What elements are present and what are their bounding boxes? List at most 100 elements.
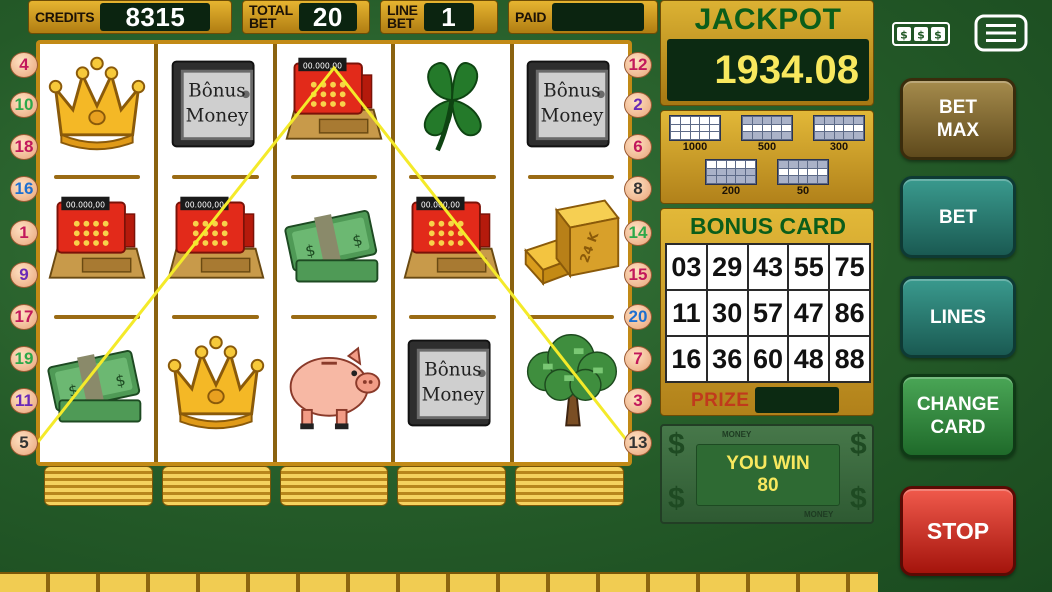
bonus-safe-icon: Bônus Money: [162, 50, 270, 156]
line-bet-display: LINE BET 1: [380, 0, 498, 34]
pattern-payout: 500: [741, 115, 793, 153]
bet-button[interactable]: BET: [900, 176, 1016, 258]
safe-label: Money: [185, 105, 248, 126]
pattern-bottom-row-icon: [777, 159, 829, 185]
bonus-number: 86: [830, 291, 869, 335]
coin-stack: [397, 466, 507, 506]
register-display: 00.000,00: [184, 201, 223, 210]
reel-cell: 00.000,00: [277, 44, 391, 183]
bonus-card-title: BONUS CARD: [690, 213, 846, 239]
piggy-bank-icon: [280, 329, 388, 435]
menu-icon[interactable]: [974, 14, 1028, 52]
payline-number: 9: [10, 262, 38, 288]
bet-max-button[interactable]: BET MAX: [900, 78, 1016, 160]
reel: 00.000,00 Bônus Money: [395, 44, 510, 462]
svg-text:$: $: [934, 29, 942, 42]
payline-number: 13: [624, 430, 652, 456]
stop-button[interactable]: STOP: [900, 486, 1016, 576]
prize-label: PRIZE: [691, 390, 750, 411]
bonus-card: BONUS CARD 03 29 43 55 75 11 30 57 47 86 16 36 60 48 8…: [660, 208, 874, 416]
payline-number: 18: [10, 134, 38, 160]
bonus-card-grid: 03 29 43 55 75 11 30 57 47 86 16 36 60 48 88: [665, 243, 871, 383]
reel: 00.000,00: [40, 44, 155, 462]
payline-number: 2: [624, 92, 652, 118]
reel-cell: Bônus Money: [514, 44, 628, 183]
reel-cell: 00.000,00: [158, 183, 272, 322]
svg-text:$: $: [900, 29, 908, 42]
bet-max-label: BET MAX: [936, 97, 980, 141]
payline-number: 12: [624, 52, 652, 78]
stats-bar: CREDITS 8315 TOTAL BET 20 LINE BET 1 PAID: [18, 0, 658, 36]
money-tag: MONEY: [722, 430, 752, 439]
svg-text:$: $: [917, 29, 925, 42]
pattern-payout: 300: [813, 115, 865, 153]
register-display: 00.000,00: [421, 201, 460, 210]
bonus-number: 36: [707, 337, 747, 381]
payline-number: 16: [10, 176, 38, 202]
pattern-payout: 50: [777, 159, 829, 197]
reel: 00.000,00: [276, 44, 392, 462]
coin-stack: [161, 466, 271, 506]
crown-icon: [162, 329, 270, 435]
bonus-number: 60: [748, 337, 788, 381]
payline-number: 10: [10, 92, 38, 118]
bingo-paytable: 1000 500 300 200 50: [660, 110, 874, 204]
bonus-number: 55: [789, 245, 829, 289]
pattern-full-card-icon: [669, 115, 721, 141]
coin-stack: [279, 466, 389, 506]
money-stack-icon: [280, 189, 388, 295]
bonus-safe-icon: Bônus Money: [398, 329, 506, 435]
win-amount: 80: [757, 475, 779, 496]
reel-cell: Bônus Money: [395, 323, 509, 462]
payline-number: 17: [10, 304, 38, 330]
reel-coin-stacks: [44, 466, 624, 506]
bonus-safe-icon: Bônus Money: [517, 50, 625, 156]
reel-cell: [277, 323, 391, 462]
payline-number: 4: [10, 52, 38, 78]
cash-icon[interactable]: $ $ $: [892, 22, 950, 46]
bonus-number: 29: [707, 245, 747, 289]
paid-value: [552, 3, 645, 31]
bonus-number: 11: [667, 291, 706, 335]
pattern-payout: 200: [705, 159, 757, 197]
bonus-number: 43: [748, 245, 788, 289]
cash-register-icon: 00.000,00: [162, 189, 270, 295]
gold-bars-icon: 24 K: [517, 189, 625, 295]
reel-cell: 00.000,00: [40, 183, 154, 322]
paid-display: PAID: [508, 0, 658, 34]
payline-number: 14: [624, 220, 652, 246]
jackpot-panel: JACKPOT 1934.08: [660, 0, 874, 106]
lines-button[interactable]: LINES: [900, 276, 1016, 358]
bonus-number: 47: [789, 291, 829, 335]
bonus-number: 30: [707, 291, 747, 335]
credits-display: CREDITS 8315: [28, 0, 232, 34]
payline-number: 5: [10, 430, 38, 456]
pattern-payout: 1000: [669, 115, 721, 153]
pattern-top-row-icon: [705, 159, 757, 185]
cash-register-icon: 00.000,00: [280, 50, 388, 156]
dollar-icon: $: [668, 428, 685, 461]
reel-cell: [40, 323, 154, 462]
dollar-icon: $: [850, 428, 867, 461]
reel-cell: [158, 323, 272, 462]
change-card-button[interactable]: CHANGE CARD: [900, 374, 1016, 458]
prize-value: [755, 387, 839, 413]
bonus-number: 16: [667, 337, 706, 381]
safe-label: Bônus: [188, 80, 245, 101]
line-bet-label: LINE BET: [387, 2, 418, 31]
pattern-middle-row-icon: [813, 115, 865, 141]
reel-cell: Bônus Money: [158, 44, 272, 183]
coin-stack: [44, 466, 153, 506]
dollar-icon: $: [668, 482, 685, 515]
bonus-number: 03: [667, 245, 706, 289]
pattern-value: 300: [829, 141, 849, 153]
bonus-number: 88: [830, 337, 869, 381]
paid-label: PAID: [515, 8, 547, 25]
payline-number: 7: [624, 346, 652, 372]
reel: Bônus Money 24 K: [513, 44, 628, 462]
total-bet-label: TOTAL BET: [249, 2, 293, 31]
payline-number: 8: [624, 176, 652, 202]
reel-cell: [40, 44, 154, 183]
jackpot-label: JACKPOT: [694, 3, 842, 36]
total-bet-value: 20: [298, 3, 357, 31]
